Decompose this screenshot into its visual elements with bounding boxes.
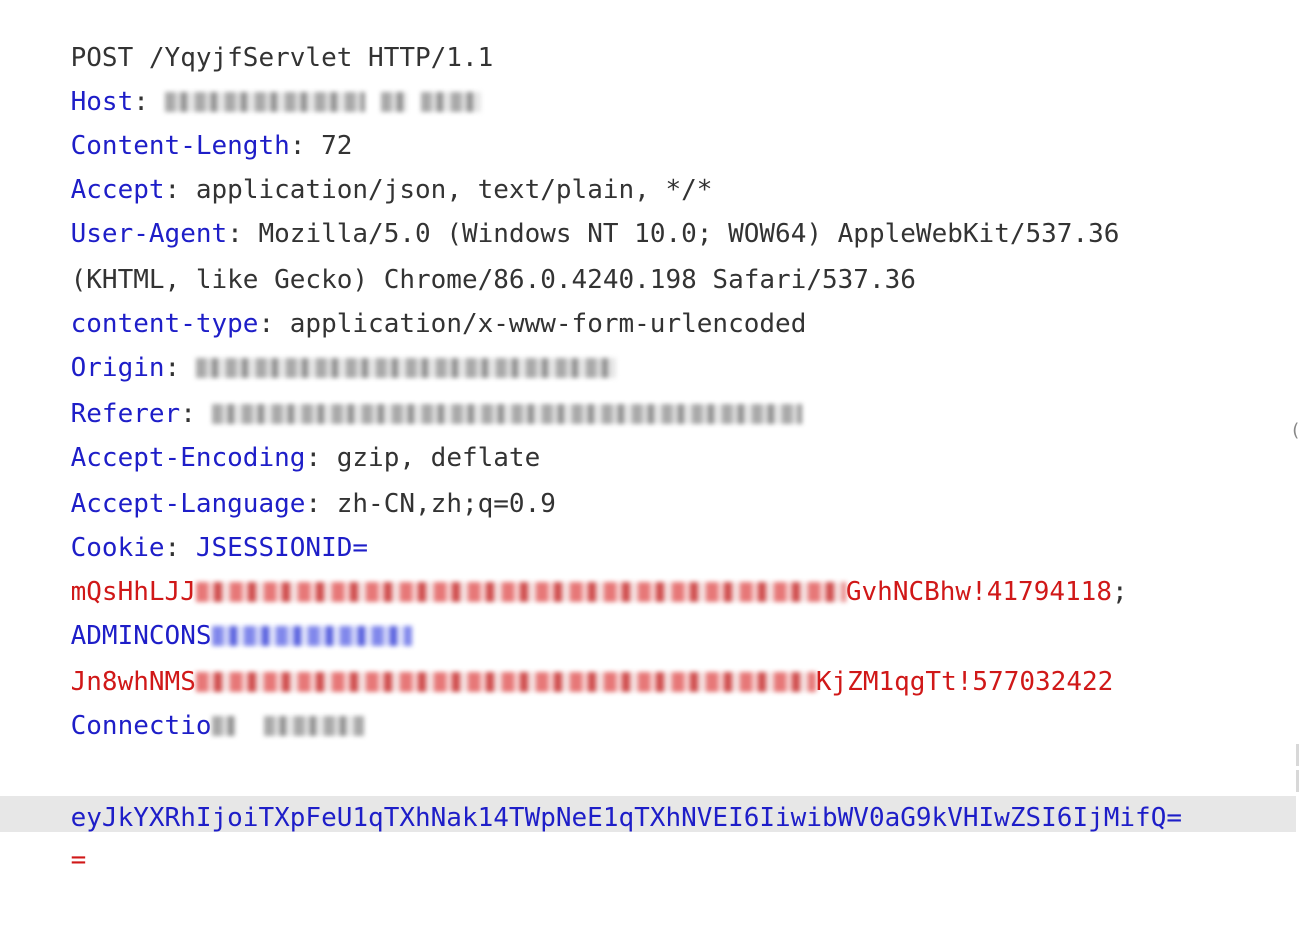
redacted-value — [263, 716, 364, 736]
redacted-value — [420, 92, 481, 112]
cookie-admincons-value: Jn8whNMS KjZM1qgTt!577032422 — [8, 616, 1114, 697]
scroll-edge-mark — [1296, 770, 1299, 792]
header-value: zh-CN,zh;q=0.9 — [336, 489, 556, 519]
header-accept-language: Accept-Language: zh-CN,zh;q=0.9 — [8, 438, 556, 519]
request-body-text: = — [70, 845, 87, 875]
header-accept-encoding: Accept-Encoding: gzip, deflate — [8, 392, 541, 473]
header-referer: Referer: — [8, 348, 802, 429]
header-content-length: Content-Length: 72 — [8, 80, 353, 161]
header-content-type: content-type: application/x-www-form-url… — [8, 258, 807, 339]
cookie-jsessionid-value: mQsHhLJJ GvhNCBhw!41794118; — [8, 526, 1128, 607]
cookie-value-suffix: KjZM1qgTt!577032422 — [815, 667, 1114, 697]
header-user-agent: User-Agent: Mozilla/5.0 (Windows NT 10.0… — [8, 168, 1120, 249]
request-body-text: eyJkYXRhIjoiTXpFeU1qTXhNak14TWpNeE1qTXhN… — [70, 803, 1183, 833]
cookie-separator: ; — [1111, 577, 1128, 607]
cookie-value-suffix: GvhNCBhw!41794118 — [845, 577, 1112, 607]
header-cookie: Cookie: JSESSIONID= — [8, 482, 368, 563]
header-origin: Origin: — [8, 302, 616, 383]
request-line: POST /YqyjfServlet HTTP/1.1 — [8, 0, 494, 73]
header-connection: Connectio — [8, 660, 364, 741]
header-host: Host: — [8, 36, 481, 117]
request-body-line: eyJkYXRhIjoiTXpFeU1qTXhNak14TWpNeE1qTXhN… — [8, 752, 1182, 833]
header-user-agent-continued: (KHTML, like Gecko) Chrome/86.0.4240.198… — [8, 214, 916, 295]
header-accept: Accept: application/json, text/plain, */… — [8, 124, 713, 205]
edge-glyph: ( — [1290, 420, 1300, 441]
request-body-line-continued: = — [8, 794, 87, 875]
cookie-admincons: ADMINCONS — [8, 570, 412, 651]
header-name: Connectio — [70, 711, 212, 741]
redacted-value — [380, 92, 407, 112]
redacted-value — [211, 716, 236, 736]
scroll-edge-mark — [1296, 744, 1299, 766]
